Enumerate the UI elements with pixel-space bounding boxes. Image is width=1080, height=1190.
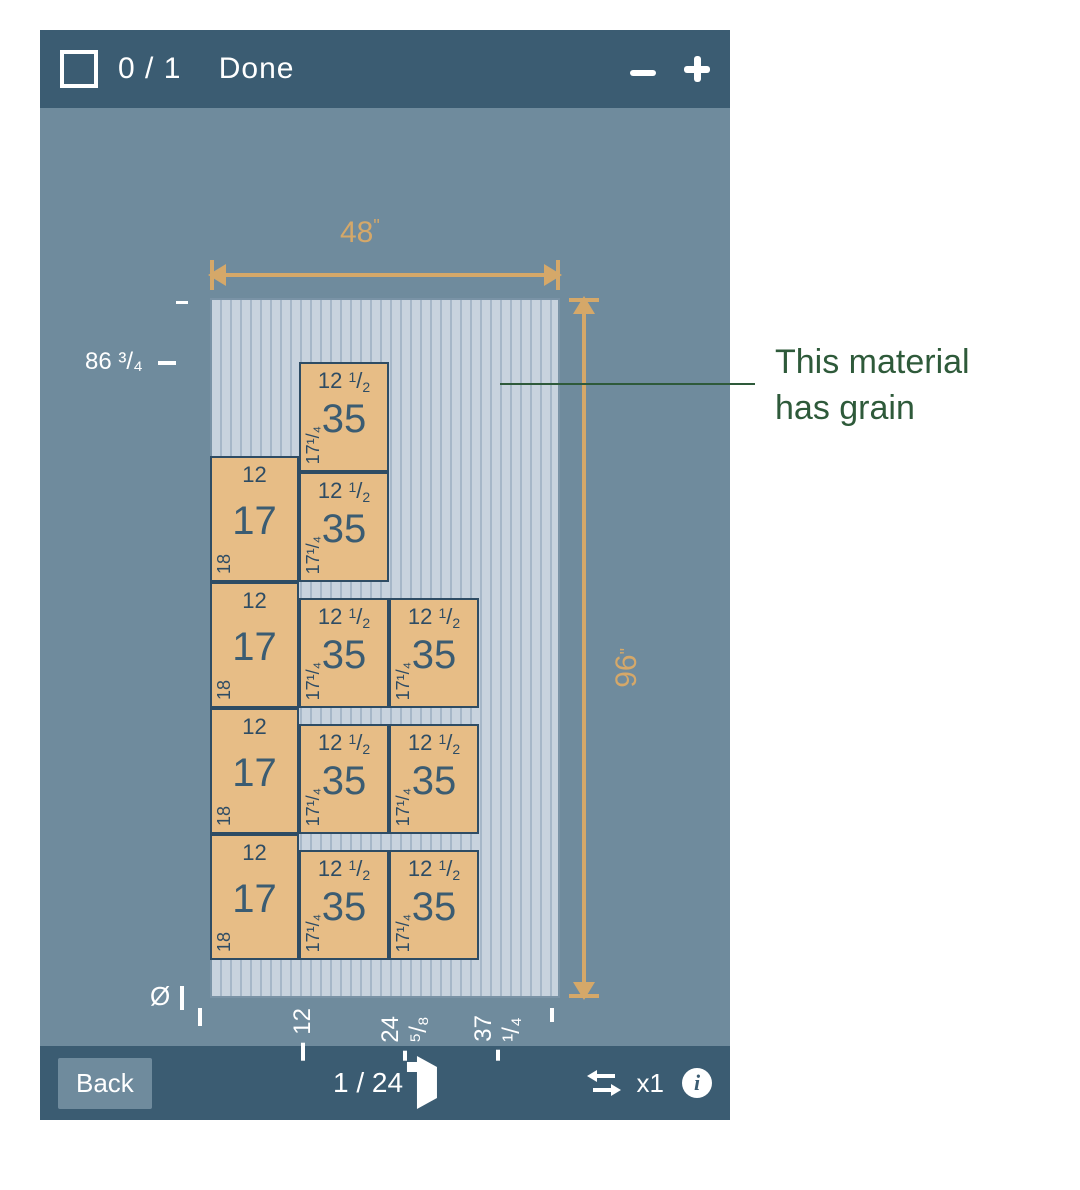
- back-button[interactable]: Back: [58, 1058, 152, 1109]
- pager: 1 / 24: [333, 1067, 437, 1099]
- y-tick-top: [168, 288, 188, 316]
- cut-piece[interactable]: 12 1/2 35 17¹/₄: [299, 598, 389, 708]
- app-frame: 0 / 1 Done 48" 96" 86 ³/₄ Ø: [40, 30, 730, 1120]
- top-bar: 0 / 1 Done: [40, 30, 730, 108]
- done-label: Done: [219, 52, 295, 85]
- cut-piece[interactable]: 12 1/2 35 17¹/₄: [299, 472, 389, 582]
- zoom-plus-button[interactable]: [684, 56, 710, 82]
- cut-piece[interactable]: 12 1/2 35 17¹/₄: [299, 850, 389, 960]
- zoom-minus-button[interactable]: [630, 56, 656, 82]
- minus-icon: [630, 70, 656, 76]
- x-tick-12: 12: [289, 1008, 317, 1061]
- y-tick-waste: 86 ³/₄: [85, 348, 176, 376]
- cut-piece[interactable]: 12 17 18: [210, 582, 299, 708]
- cut-piece[interactable]: 12 1/2 35 17¹/₄: [389, 598, 479, 708]
- arrow-right-icon: [417, 1056, 437, 1109]
- quantity-label: x1: [637, 1068, 664, 1099]
- next-page-button[interactable]: [417, 1067, 437, 1099]
- cut-piece[interactable]: 12 17 18: [210, 456, 299, 582]
- annotation-text: This material has grain: [775, 340, 970, 432]
- annotation-leader-line: [500, 383, 755, 385]
- cut-piece[interactable]: 12 1/2 35 17¹/₄: [389, 850, 479, 960]
- sheet-width-dimension: [210, 266, 560, 284]
- rotate-button[interactable]: [589, 1070, 619, 1096]
- page-indicator: 1 / 24: [333, 1067, 403, 1099]
- y-tick-zero: Ø: [150, 981, 184, 1012]
- x-tick-37-14: 37 ¹/₄: [470, 1008, 526, 1061]
- cut-piece[interactable]: 12 1/2 35 17¹/₄: [299, 724, 389, 834]
- plus-icon: [684, 56, 710, 82]
- sheet-height-label: 96": [610, 648, 644, 688]
- progress-count: 0 / 1: [118, 52, 181, 85]
- cut-piece[interactable]: 12 1/2 35 17¹/₄: [389, 724, 479, 834]
- stock-sheet[interactable]: 12 17 18 12 17 18 12 17 18 12 17 18 12 1: [210, 298, 560, 998]
- info-icon: i: [694, 1070, 700, 1096]
- x-tick: [198, 1008, 202, 1026]
- sheet-width-label: 48": [340, 216, 380, 250]
- swap-icon: [587, 1070, 597, 1082]
- x-tick: [550, 1008, 554, 1022]
- sheet-height-dimension: [575, 298, 593, 998]
- cut-piece[interactable]: 12 17 18: [210, 708, 299, 834]
- x-tick-24-58: 24 ⁵/₈: [377, 1008, 433, 1061]
- info-button[interactable]: i: [682, 1068, 712, 1098]
- cut-diagram-canvas[interactable]: 48" 96" 86 ³/₄ Ø 12 17 18 12 1: [40, 108, 730, 1046]
- cut-piece[interactable]: 12 17 18: [210, 834, 299, 960]
- progress-status: 0 / 1 Done: [118, 52, 294, 86]
- done-checkbox[interactable]: [60, 50, 98, 88]
- cut-piece[interactable]: 12 1/2 35 17¹/₄: [299, 362, 389, 472]
